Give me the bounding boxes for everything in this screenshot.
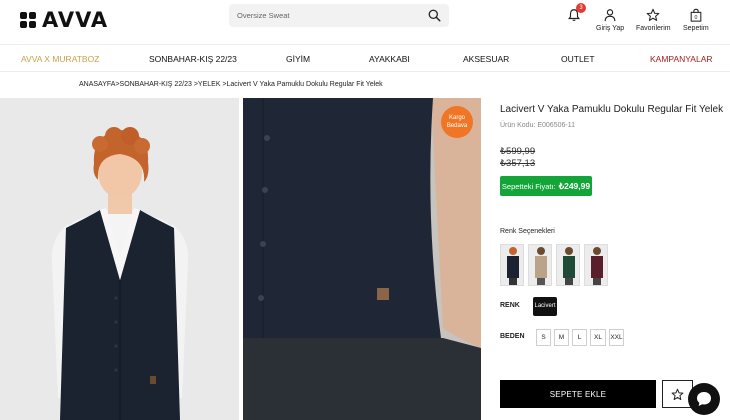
avva-logo[interactable]: AVVA bbox=[20, 8, 109, 32]
selected-color-chip[interactable]: Lacivert bbox=[533, 297, 557, 316]
search-icon[interactable] bbox=[428, 9, 441, 22]
nav-item-sonbahar-kis[interactable]: SONBAHAR-KIŞ 22/23 bbox=[149, 54, 237, 64]
swatch-beige-image bbox=[529, 245, 551, 285]
color-options-title: Renk Seçenekleri bbox=[500, 228, 555, 235]
product-code: Ürün Kodu: E006506-11 bbox=[500, 122, 575, 129]
cart-price-badge: Sepetteki Fiyatı: ₺249,99 bbox=[500, 176, 592, 196]
free-shipping-badge: Kargo Bedava bbox=[441, 106, 473, 138]
nav-item-avva-x-muratboz[interactable]: AVVA X MURATBOZ bbox=[21, 54, 99, 64]
product-image-model[interactable] bbox=[0, 98, 239, 420]
swatch-navy-image bbox=[501, 245, 523, 285]
cart-price-value: ₺249,99 bbox=[558, 180, 591, 191]
logo-grid-icon bbox=[20, 12, 36, 28]
favorites-button[interactable]: Favorilerim bbox=[636, 8, 671, 32]
breadcrumb[interactable]: ANASAYFA>SONBAHAR-KIŞ 22/23 >YELEK >Laci… bbox=[79, 81, 383, 88]
add-to-cart-button[interactable]: SEPETE EKLE bbox=[500, 380, 656, 408]
size-option-xl[interactable]: XL bbox=[590, 329, 606, 346]
old-price-2: ₺357,13 bbox=[500, 158, 536, 169]
user-icon bbox=[604, 9, 616, 22]
color-swatch-green[interactable] bbox=[556, 244, 580, 286]
shopping-bag-icon: 0 bbox=[690, 8, 702, 22]
cart-count: 0 bbox=[694, 15, 697, 21]
detail-illustration bbox=[243, 98, 481, 420]
color-swatch-burgundy[interactable] bbox=[584, 244, 608, 286]
nav-item-outlet[interactable]: OUTLET bbox=[561, 54, 595, 64]
chat-button[interactable] bbox=[688, 383, 720, 415]
star-icon bbox=[646, 8, 660, 21]
site-header: AVVA 3 Giriş Yap Favorilerim 0 bbox=[0, 0, 730, 44]
cart-price-label: Sepetteki Fiyatı: bbox=[501, 181, 556, 191]
badge-line1: Kargo bbox=[448, 115, 465, 121]
cart-label: Sepetim bbox=[683, 25, 709, 32]
color-swatch-beige[interactable] bbox=[528, 244, 552, 286]
color-swatch-navy[interactable] bbox=[500, 244, 524, 286]
login-label: Giriş Yap bbox=[596, 25, 625, 32]
login-button[interactable]: Giriş Yap bbox=[596, 8, 624, 32]
search-bar bbox=[229, 4, 449, 27]
nav-item-kampanyalar[interactable]: KAMPANYALAR bbox=[650, 54, 713, 64]
swatch-green-image bbox=[557, 245, 579, 285]
size-option-l[interactable]: L bbox=[572, 329, 587, 346]
product-title: Lacivert V Yaka Pamuklu Dokulu Regular F… bbox=[500, 104, 724, 115]
cart-button[interactable]: 0 Sepetim bbox=[683, 8, 709, 32]
favorites-label: Favorilerim bbox=[636, 25, 671, 32]
notification-count-badge: 3 bbox=[576, 3, 586, 13]
chat-bubble-icon bbox=[697, 392, 711, 406]
size-label: BEDEN bbox=[500, 333, 525, 340]
color-label: RENK bbox=[500, 302, 520, 309]
badge-line2: Bedava bbox=[446, 123, 468, 129]
swatch-burgundy-image bbox=[585, 245, 607, 285]
size-option-xxl[interactable]: XXL bbox=[609, 329, 624, 346]
model-illustration bbox=[0, 98, 239, 420]
size-option-s[interactable]: S bbox=[536, 329, 551, 346]
nav-item-aksesuar[interactable]: AKSESUAR bbox=[463, 54, 509, 64]
old-price-1: ₺599,99 bbox=[500, 146, 536, 157]
search-input[interactable] bbox=[237, 7, 422, 24]
product-image-detail[interactable] bbox=[243, 98, 481, 420]
nav-item-giyim[interactable]: GİYİM bbox=[286, 54, 310, 64]
logo-text: AVVA bbox=[42, 8, 109, 32]
star-outline-icon bbox=[671, 388, 684, 400]
notifications-button[interactable]: 3 bbox=[567, 3, 586, 25]
size-option-m[interactable]: M bbox=[554, 329, 569, 346]
nav-item-ayakkabi[interactable]: AYAKKABI bbox=[369, 54, 410, 64]
category-nav: AVVA X MURATBOZ SONBAHAR-KIŞ 22/23 GİYİM… bbox=[0, 44, 730, 72]
